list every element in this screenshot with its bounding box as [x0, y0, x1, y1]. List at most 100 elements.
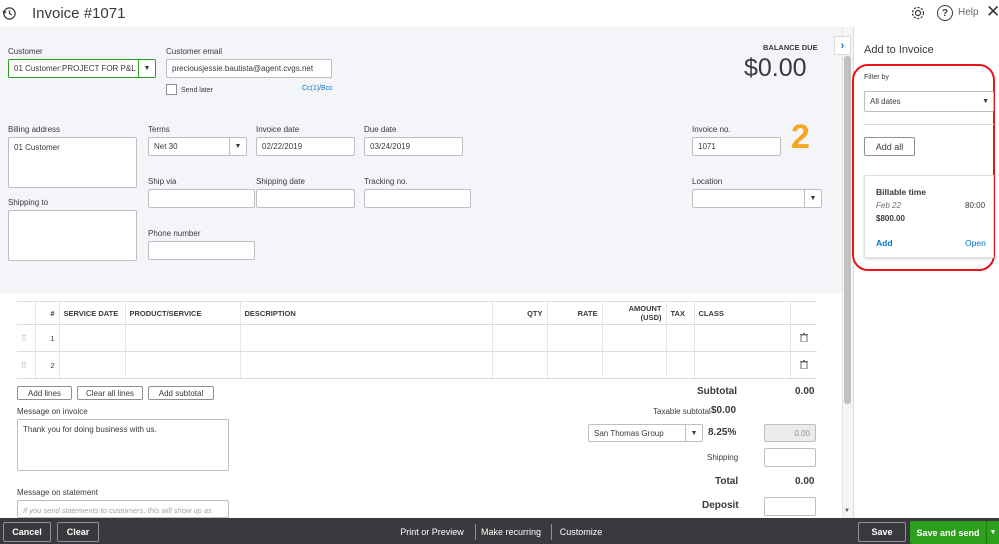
rate-cell[interactable]: [547, 324, 603, 352]
service-date-cell[interactable]: [59, 351, 126, 379]
invoice-no-field[interactable]: 1071: [692, 137, 781, 156]
deposit-field[interactable]: [764, 497, 816, 516]
card-open-link[interactable]: Open: [965, 238, 986, 248]
service-date-cell[interactable]: [59, 324, 126, 352]
shipping-date-field[interactable]: [256, 189, 355, 208]
card-amount: $800.00: [876, 214, 905, 223]
cancel-button[interactable]: Cancel: [3, 522, 51, 542]
save-button[interactable]: Save: [858, 522, 906, 542]
clear-button[interactable]: Clear: [57, 522, 99, 542]
main-scrollbar-thumb[interactable]: [844, 56, 851, 404]
send-later-label: Send later: [181, 87, 213, 94]
shipping-date-label: Shipping date: [256, 177, 305, 186]
column-header: CLASS: [694, 301, 791, 325]
class-cell[interactable]: [694, 324, 791, 352]
total-value: 0.00: [795, 476, 815, 487]
tax-cell[interactable]: [666, 324, 695, 352]
due-date-label: Due date: [364, 125, 397, 134]
product-service-cell[interactable]: [125, 324, 241, 352]
tax-cell[interactable]: [666, 351, 695, 379]
invoice-date-value: 02/22/2019: [262, 142, 303, 151]
location-label: Location: [692, 177, 723, 186]
trash-icon[interactable]: [799, 359, 808, 369]
message-on-statement-field[interactable]: If you send statements to customers, thi…: [17, 500, 229, 518]
panel-title: Add to Invoice: [864, 44, 934, 56]
column-header: #: [35, 301, 60, 325]
tax-group-value: San Thomas Group: [594, 428, 664, 438]
description-cell[interactable]: [240, 324, 493, 352]
customer-email-field[interactable]: preciousjessie.bautista@agent.cvgs.net: [166, 59, 332, 78]
add-lines-button[interactable]: Add lines: [17, 386, 72, 400]
delete-row-cell: [790, 351, 817, 379]
shipping-amount-field[interactable]: [764, 448, 816, 467]
table-header-row: # SERVICE DATE PRODUCT/SERVICE DESCRIPTI…: [17, 301, 817, 325]
amount-cell[interactable]: [602, 324, 667, 352]
help-link[interactable]: Help: [958, 7, 979, 18]
due-date-field[interactable]: 03/24/2019: [364, 137, 463, 156]
gear-icon[interactable]: [910, 5, 926, 21]
filter-dates-select[interactable]: All dates ▼: [864, 91, 994, 112]
save-and-send-button[interactable]: Save and send: [910, 521, 986, 544]
chevron-down-icon[interactable]: ▼: [982, 98, 989, 105]
row-number: 2: [35, 351, 60, 379]
delete-row-cell: [790, 324, 817, 352]
tax-amount-field: 0.00: [764, 424, 816, 442]
location-select[interactable]: ▼: [692, 189, 822, 208]
delete-column-header: [790, 301, 817, 325]
make-recurring-button[interactable]: Make recurring: [478, 522, 544, 542]
tax-rate-select[interactable]: San Thomas Group ▼: [588, 424, 703, 442]
tracking-no-field[interactable]: [364, 189, 471, 208]
help-icon[interactable]: ?: [937, 5, 953, 21]
panel-divider: [864, 124, 994, 125]
description-cell[interactable]: [240, 351, 493, 379]
ship-via-field[interactable]: [148, 189, 255, 208]
balance-due-amount: $0.00: [744, 54, 807, 82]
terms-select[interactable]: Net 30 ▼: [148, 137, 247, 156]
invoice-date-field[interactable]: 02/22/2019: [256, 137, 355, 156]
invoice-no-label: Invoice no.: [692, 125, 731, 134]
scroll-down-icon[interactable]: ▼: [844, 508, 850, 514]
message-on-invoice-field[interactable]: Thank you for doing business with us.: [17, 419, 229, 471]
amount-cell[interactable]: [602, 351, 667, 379]
customer-email-value: preciousjessie.bautista@agent.cvgs.net: [172, 64, 314, 73]
trash-icon[interactable]: [799, 332, 808, 342]
product-service-cell[interactable]: [125, 351, 241, 379]
table-row[interactable]: ⠿ 2: [17, 351, 817, 379]
collapse-panel-chevron-icon[interactable]: ›: [834, 36, 851, 55]
phone-number-field[interactable]: [148, 241, 255, 260]
table-row[interactable]: ⠿ 1: [17, 324, 817, 352]
close-icon[interactable]: ✕: [986, 2, 999, 22]
rate-cell[interactable]: [547, 351, 603, 379]
customer-select[interactable]: 01 Customer:PROJECT FOR P&L ▼: [8, 59, 156, 78]
chevron-down-icon[interactable]: ▼: [685, 425, 702, 441]
qty-cell[interactable]: [492, 351, 548, 379]
chevron-down-icon[interactable]: ▼: [138, 60, 155, 77]
add-all-button[interactable]: Add all: [864, 137, 915, 156]
save-options-chevron-icon[interactable]: ▼: [986, 521, 999, 544]
add-subtotal-button[interactable]: Add subtotal: [148, 386, 214, 400]
clear-all-lines-button[interactable]: Clear all lines: [77, 386, 143, 400]
class-cell[interactable]: [694, 351, 791, 379]
cc-bcc-link[interactable]: Cc(1)/Bcc: [302, 85, 333, 92]
recent-history-icon[interactable]: [2, 6, 17, 21]
card-add-link[interactable]: Add: [876, 238, 893, 248]
shipping-to-field[interactable]: [8, 210, 137, 261]
step-number-annotation: 2: [791, 118, 810, 156]
column-header: TAX: [666, 301, 695, 325]
row-number: 1: [35, 324, 60, 352]
invoice-no-value: 1071: [698, 142, 716, 151]
invoice-date-label: Invoice date: [256, 125, 300, 134]
qty-cell[interactable]: [492, 324, 548, 352]
drag-handle-icon[interactable]: ⠿: [17, 324, 36, 352]
chevron-down-icon[interactable]: ▼: [804, 190, 821, 207]
send-later-checkbox[interactable]: [166, 84, 177, 95]
customer-label: Customer: [8, 47, 43, 56]
column-header: PRODUCT/SERVICE: [125, 301, 241, 325]
chevron-down-icon[interactable]: ▼: [229, 138, 246, 155]
customize-button[interactable]: Customize: [556, 522, 606, 542]
message-on-statement-label: Message on statement: [17, 488, 98, 497]
billing-address-field[interactable]: 01 Customer: [8, 137, 137, 188]
drag-handle-icon[interactable]: ⠿: [17, 351, 36, 379]
print-preview-button[interactable]: Print or Preview: [396, 522, 468, 542]
deposit-label: Deposit: [702, 500, 739, 511]
